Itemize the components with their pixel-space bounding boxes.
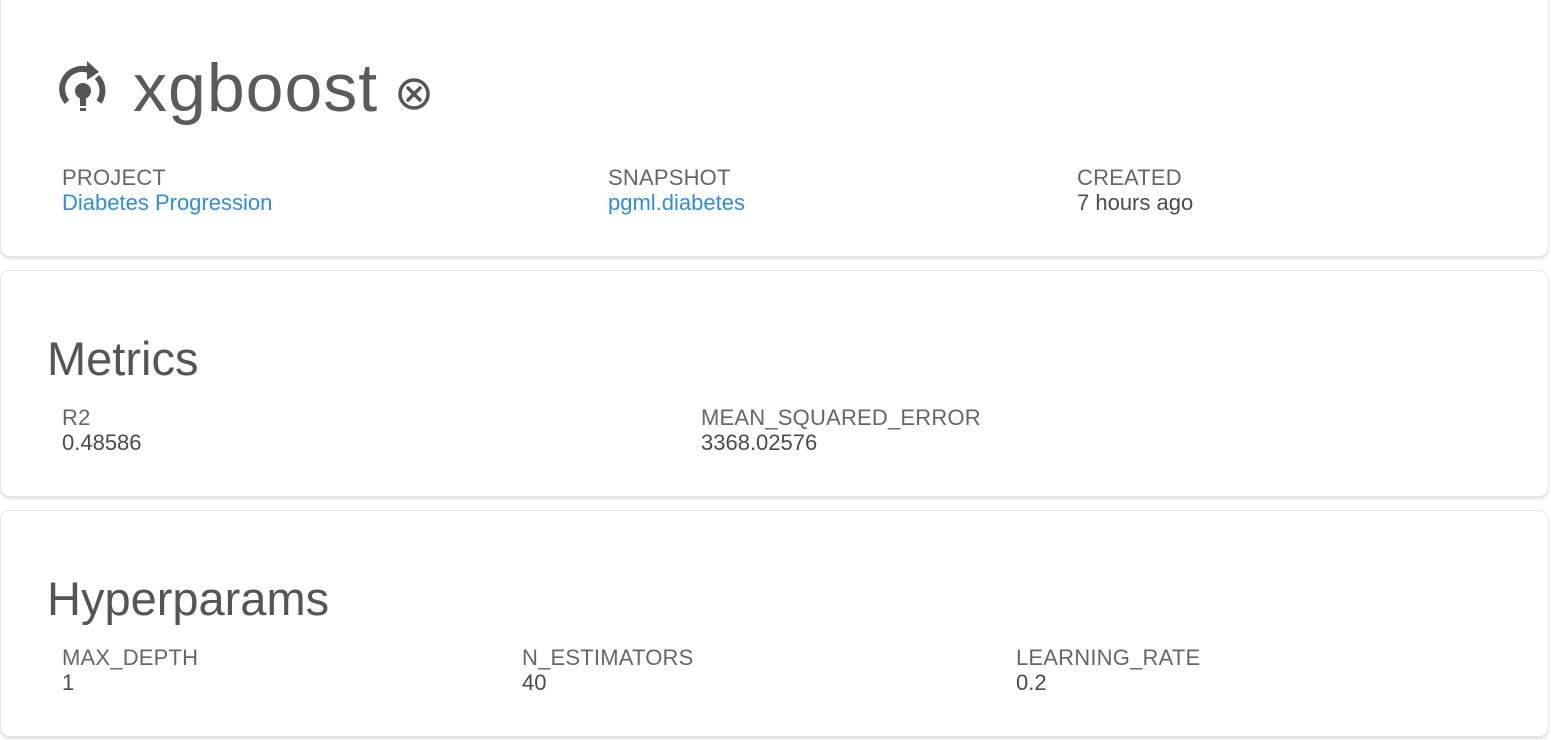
metric-item: R2 0.48586	[62, 407, 142, 454]
metric-value: 0.48586	[62, 430, 142, 455]
created-label: CREATED	[1077, 165, 1182, 190]
hyperparam-label: MAX_DEPTH	[62, 645, 199, 670]
metric-label: R2	[62, 405, 91, 430]
hyperparam-label: N_ESTIMATORS	[522, 645, 694, 670]
hyperparam-value: 0.2	[1016, 670, 1047, 695]
hyperparam-value: 40	[522, 670, 547, 695]
hyperparams-heading: Hyperparams	[47, 572, 330, 625]
project-link[interactable]: Diabetes Progression	[62, 192, 272, 214]
metric-value: 3368.02576	[701, 430, 818, 455]
created-field: CREATED 7 hours ago	[1077, 167, 1193, 214]
hyperparam-value: 1	[62, 670, 75, 695]
metric-item: MEAN_SQUARED_ERROR 3368.02576	[701, 407, 981, 454]
snapshot-field: SNAPSHOT pgml.diabetes	[608, 167, 745, 214]
metrics-heading: Metrics	[47, 332, 199, 385]
hyperparam-item: LEARNING_RATE 0.2	[1016, 647, 1200, 694]
model-card: xgboost PROJECT Diabetes Progression SNA…	[0, 0, 1549, 257]
snapshot-label: SNAPSHOT	[608, 165, 731, 190]
hyperparam-item: MAX_DEPTH 1	[62, 647, 198, 694]
hyperparam-label: LEARNING_RATE	[1016, 645, 1201, 670]
deploy-model-icon	[59, 61, 106, 111]
project-field: PROJECT Diabetes Progression	[62, 167, 272, 214]
model-title-row: xgboost	[53, 53, 432, 123]
snapshot-link[interactable]: pgml.diabetes	[608, 192, 745, 214]
metric-label: MEAN_SQUARED_ERROR	[701, 405, 981, 430]
created-value: 7 hours ago	[1077, 190, 1194, 215]
circle-x-icon[interactable]	[396, 76, 432, 112]
project-label: PROJECT	[62, 165, 167, 190]
model-name: xgboost	[133, 50, 379, 126]
metrics-card: Metrics R2 0.48586 MEAN_SQUARED_ERROR 33…	[0, 270, 1549, 497]
hyperparams-card: Hyperparams MAX_DEPTH 1 N_ESTIMATORS 40 …	[0, 510, 1549, 737]
hyperparam-item: N_ESTIMATORS 40	[522, 647, 694, 694]
